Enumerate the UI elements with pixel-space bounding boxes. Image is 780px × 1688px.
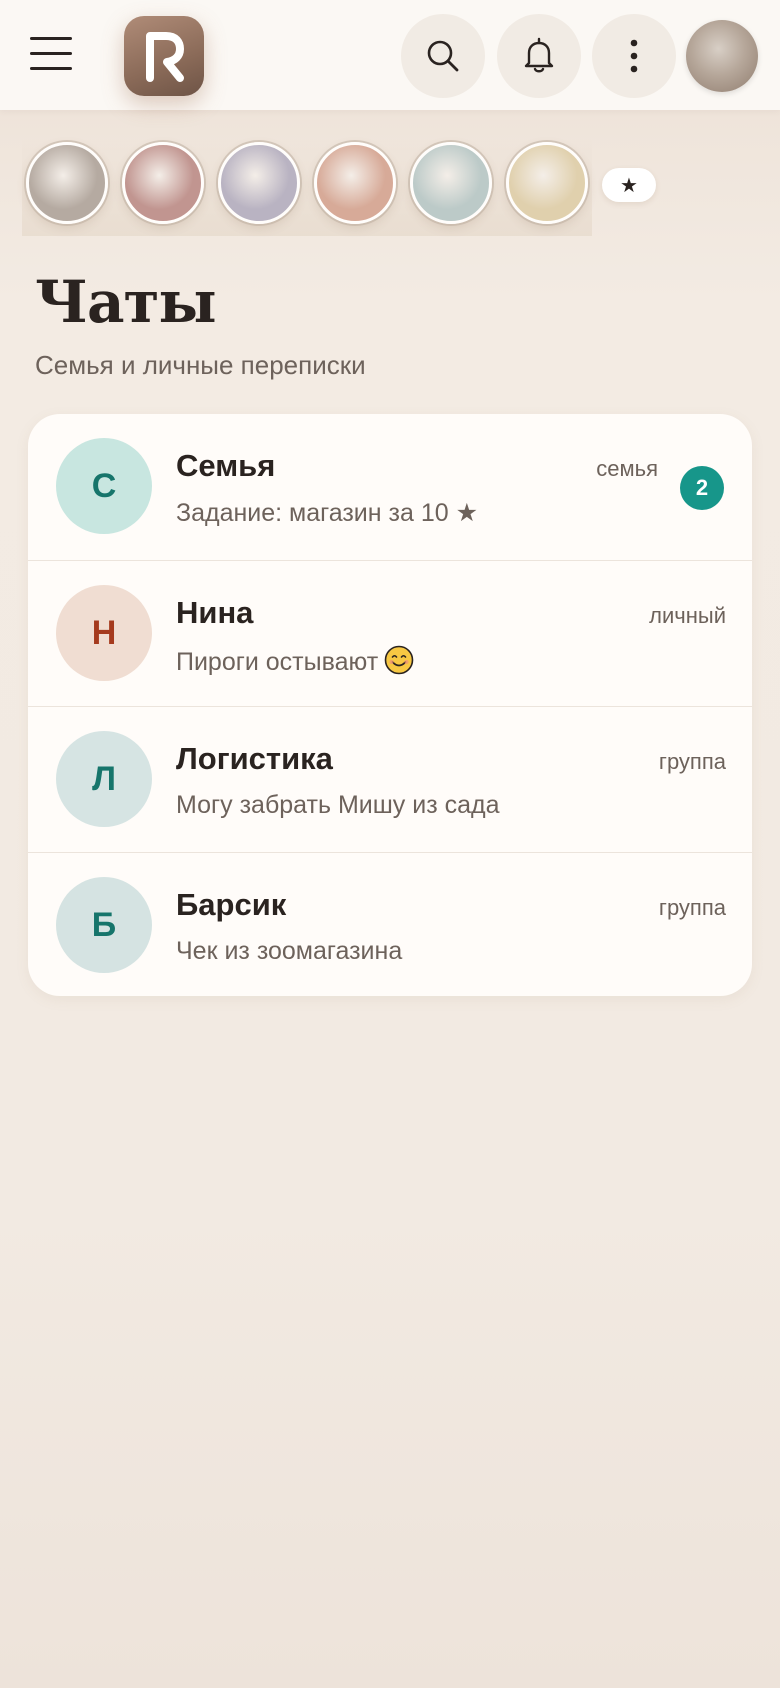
chat-type-label: личный xyxy=(649,603,726,628)
chat-name: Барсик xyxy=(176,887,287,922)
chat-avatar: С xyxy=(56,438,152,534)
chat-last-message: Чек из зоомагазина xyxy=(176,937,403,965)
smiling-face-emoji-icon xyxy=(384,645,414,682)
chat-name: Логистика xyxy=(176,741,333,776)
hamburger-menu-icon[interactable] xyxy=(26,34,76,74)
chat-list: С Семья Задание: магазин за 10 ★ семья 2… xyxy=(28,414,752,996)
bell-icon xyxy=(524,37,554,73)
story-avatar[interactable] xyxy=(314,142,396,224)
top-app-bar xyxy=(0,0,780,110)
chat-name: Нина xyxy=(176,595,254,630)
chat-avatar: Н xyxy=(56,585,152,681)
app-logo[interactable] xyxy=(124,16,204,96)
chat-last-message: Задание: магазин за 10 ★ xyxy=(176,499,479,527)
chat-row-logistics[interactable]: Л Логистика Могу забрать Мишу из сада гр… xyxy=(28,706,752,852)
page-title: Чаты xyxy=(35,268,217,336)
story-avatar[interactable] xyxy=(506,142,588,224)
unread-count-badge: 2 xyxy=(680,466,724,510)
more-vertical-icon xyxy=(630,39,638,73)
story-avatar[interactable] xyxy=(122,142,204,224)
page-subtitle: Семья и личные переписки xyxy=(35,350,366,380)
chat-row-family[interactable]: С Семья Задание: магазин за 10 ★ семья 2 xyxy=(28,414,752,560)
chat-avatar: Б xyxy=(56,877,152,973)
chat-name: Семья xyxy=(176,448,276,483)
story-avatar[interactable] xyxy=(218,142,300,224)
story-avatar[interactable] xyxy=(410,142,492,224)
search-icon xyxy=(427,40,459,72)
chat-row-nina[interactable]: Н Нина Пироги остывают личный xyxy=(28,560,752,706)
favorites-star-button[interactable]: ★ xyxy=(602,168,656,202)
search-button[interactable] xyxy=(401,14,485,98)
chat-row-barsik[interactable]: Б Барсик Чек из зоомагазина группа xyxy=(28,852,752,996)
chat-last-message: Пироги остывают xyxy=(176,645,414,682)
chat-type-label: семья xyxy=(596,456,658,481)
chat-type-label: группа xyxy=(658,895,726,920)
stories-strip: ★ xyxy=(22,138,762,238)
more-options-button[interactable] xyxy=(592,14,676,98)
profile-avatar[interactable] xyxy=(686,20,758,92)
logo-letter-r-icon xyxy=(146,32,184,82)
chat-avatar: Л xyxy=(56,731,152,827)
story-avatar[interactable] xyxy=(26,142,108,224)
chat-last-message-text: Пироги остывают xyxy=(176,648,379,677)
chat-last-message: Могу забрать Мишу из сада xyxy=(176,791,500,819)
notifications-button[interactable] xyxy=(497,14,581,98)
chat-type-label: группа xyxy=(658,749,726,774)
